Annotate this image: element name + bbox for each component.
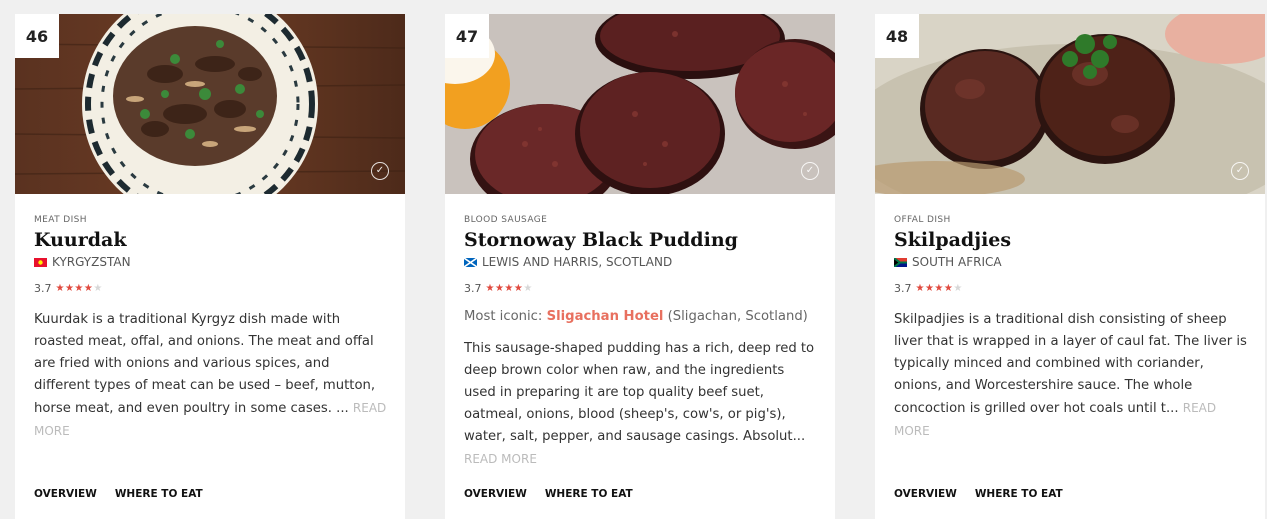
read-more-link[interactable]: READ MORE — [464, 452, 537, 466]
dish-card-kuurdak[interactable]: 46 ✓ MEAT DISH Kuurdak KYRGYZSTAN 3.7 ★★… — [15, 14, 405, 519]
dish-category: MEAT DISH — [34, 215, 87, 225]
dish-title[interactable]: Skilpadjies — [894, 228, 1249, 252]
card-tabs: OVERVIEW WHERE TO EAT — [464, 488, 633, 500]
check-circle-icon[interactable]: ✓ — [801, 162, 819, 180]
rank-badge: 48 — [875, 14, 919, 58]
card-tabs: OVERVIEW WHERE TO EAT — [34, 488, 203, 500]
dish-category: OFFAL DISH — [894, 215, 951, 225]
dish-title[interactable]: Kuurdak — [34, 228, 389, 252]
flag-south-africa-icon — [894, 257, 907, 267]
most-iconic-label: Most iconic: — [464, 309, 543, 324]
dish-title[interactable]: Stornoway Black Pudding — [464, 228, 819, 252]
dish-description: This sausage-shaped pudding has a rich, … — [464, 338, 819, 471]
dish-origin[interactable]: SOUTH AFRICA — [894, 255, 1249, 269]
rating-value: 3.7 — [464, 282, 482, 295]
description-text: This sausage-shaped pudding has a rich, … — [464, 341, 815, 444]
rank-badge: 46 — [15, 14, 59, 58]
rank-badge: 47 — [445, 14, 489, 58]
flag-kyrgyzstan-icon — [34, 257, 47, 267]
tab-overview[interactable]: OVERVIEW — [894, 488, 957, 500]
origin-label: LEWIS AND HARRIS, SCOTLAND — [482, 255, 673, 269]
dish-description: Kuurdak is a traditional Kyrgyz dish mad… — [34, 309, 389, 443]
tab-where-to-eat[interactable]: WHERE TO EAT — [545, 488, 633, 500]
origin-label: KYRGYZSTAN — [52, 255, 131, 269]
check-circle-icon[interactable]: ✓ — [371, 162, 389, 180]
tab-overview[interactable]: OVERVIEW — [34, 488, 97, 500]
rating-stars: ★★★★★ — [55, 283, 103, 294]
dish-card-stornoway-black-pudding[interactable]: 47 ✓ BLOOD SAUSAGE Stornoway Black Puddi… — [445, 14, 835, 519]
rating-stars: ★★★★★ — [485, 283, 533, 294]
tab-where-to-eat[interactable]: WHERE TO EAT — [975, 488, 1063, 500]
dish-photo[interactable]: 47 ✓ — [445, 14, 835, 194]
rating: 3.7 ★★★★★ — [464, 282, 819, 295]
rating-stars: ★★★★★ — [915, 283, 963, 294]
dish-card-skilpadjies[interactable]: 48 ✓ OFFAL DISH Skilpadjies SOUTH AFRICA… — [875, 14, 1265, 519]
dish-category: BLOOD SAUSAGE — [464, 215, 548, 225]
most-iconic-location: (Sligachan, Scotland) — [667, 309, 808, 324]
check-circle-icon[interactable]: ✓ — [1231, 162, 1249, 180]
tab-where-to-eat[interactable]: WHERE TO EAT — [115, 488, 203, 500]
rating: 3.7 ★★★★★ — [34, 282, 389, 295]
rating-value: 3.7 — [894, 282, 912, 295]
dish-photo[interactable]: 48 ✓ — [875, 14, 1265, 194]
dish-origin[interactable]: KYRGYZSTAN — [34, 255, 389, 269]
rating-value: 3.7 — [34, 282, 52, 295]
most-iconic-place-link[interactable]: Sligachan Hotel — [547, 309, 664, 324]
card-tabs: OVERVIEW WHERE TO EAT — [894, 488, 1063, 500]
most-iconic: Most iconic: Sligachan Hotel (Sligachan,… — [464, 309, 819, 324]
rating: 3.7 ★★★★★ — [894, 282, 1249, 295]
dish-origin[interactable]: LEWIS AND HARRIS, SCOTLAND — [464, 255, 819, 269]
description-text: Kuurdak is a traditional Kyrgyz dish mad… — [34, 312, 376, 416]
tab-overview[interactable]: OVERVIEW — [464, 488, 527, 500]
flag-scotland-icon — [464, 257, 477, 267]
origin-label: SOUTH AFRICA — [912, 255, 1002, 269]
dish-description: Skilpadjies is a traditional dish consis… — [894, 309, 1249, 443]
dish-photo[interactable]: 46 ✓ — [15, 14, 405, 194]
